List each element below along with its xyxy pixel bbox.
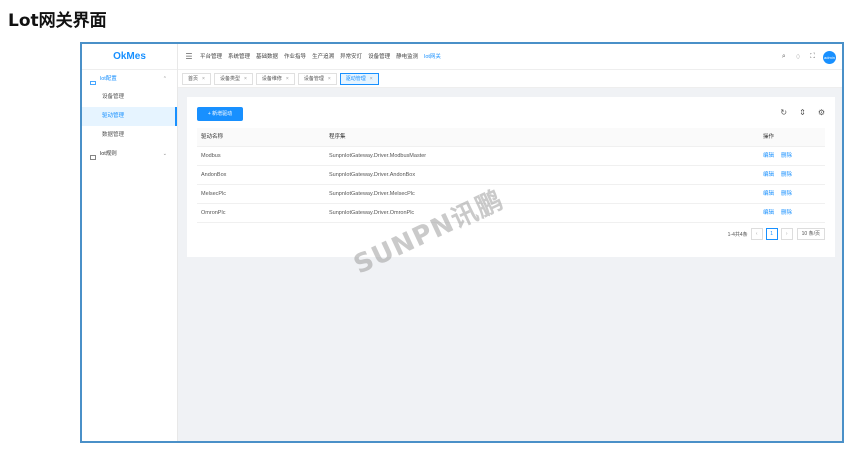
nav-basic-data[interactable]: 基础数据 bbox=[256, 44, 278, 70]
sidebar-group-label: lot规则 bbox=[100, 151, 117, 157]
nav-system[interactable]: 系统管理 bbox=[228, 44, 250, 70]
chevron-up-icon: ⌃ bbox=[162, 76, 167, 82]
cell-assembly: SunpnIotGateway.Driver.ModbusMaster bbox=[329, 153, 427, 159]
cell-actions: 编辑 删除 bbox=[763, 204, 825, 222]
app-window: OkMes lot配置 ⌃ 设备管理 驱动管理 数据管理 lot规则 ⌄ ☰ 平… bbox=[80, 42, 844, 443]
pagination: 1-4共4条 ‹ 1 › 10 条/页 bbox=[728, 228, 825, 240]
driver-table: 驱动名称 程序集 操作 Modbus SunpnIotGateway.Drive… bbox=[197, 128, 825, 223]
delete-link[interactable]: 删除 bbox=[781, 191, 792, 197]
nav-work-guide[interactable]: 作业指导 bbox=[284, 44, 306, 70]
top-navbar: ☰ 平台管理 系统管理 基础数据 作业指导 生产追溯 异常安灯 设备管理 静电监… bbox=[178, 44, 842, 70]
header-actions: 操作 bbox=[763, 134, 775, 140]
tab-label: 驱动管理 bbox=[345, 75, 366, 82]
page-heading: Lot网关界面 bbox=[8, 11, 107, 31]
cell-assembly: SunpnIotGateway.Driver.MelsecPlc bbox=[329, 191, 415, 197]
table-row: AndonBox SunpnIotGateway.Driver.AndonBox… bbox=[197, 166, 825, 185]
close-icon[interactable]: × bbox=[370, 76, 373, 82]
tab-label: 设备维修 bbox=[261, 75, 282, 82]
cell-driver-name: OmronPlc bbox=[201, 210, 226, 216]
tabs-bar: 首页 × 设备类型 × 设备维修 × 设备管理 × 驱动管理 × bbox=[178, 70, 842, 88]
pagination-summary: 1-4共4条 bbox=[727, 231, 748, 238]
settings-icon[interactable]: ⚙ bbox=[818, 108, 825, 117]
edit-link[interactable]: 编辑 bbox=[763, 191, 774, 197]
table-header: 驱动名称 程序集 操作 bbox=[197, 128, 825, 147]
sidebar: OkMes lot配置 ⌃ 设备管理 驱动管理 数据管理 lot规则 ⌄ bbox=[82, 44, 178, 441]
tab-device-type[interactable]: 设备类型 × bbox=[213, 72, 253, 85]
cell-driver-name: MelsecPlc bbox=[201, 191, 227, 197]
tab-label: 首页 bbox=[188, 75, 199, 82]
chevron-down-icon: ⌄ bbox=[162, 151, 167, 157]
sidebar-group-lot-rules[interactable]: lot规则 ⌄ bbox=[82, 145, 177, 163]
nav-platform[interactable]: 平台管理 bbox=[200, 44, 222, 70]
nav-andon[interactable]: 异常安灯 bbox=[340, 44, 362, 70]
refresh-icon[interactable]: ↻ bbox=[780, 108, 787, 117]
sidebar-item-driver-management[interactable]: 驱动管理 bbox=[82, 107, 177, 126]
edit-link[interactable]: 编辑 bbox=[763, 153, 774, 159]
header-driver-name: 驱动名称 bbox=[201, 134, 224, 140]
avatar[interactable]: admin bbox=[823, 50, 836, 64]
table-row: MelsecPlc SunpnIotGateway.Driver.MelsecP… bbox=[197, 185, 825, 204]
top-right-tools: ⌕ ♢ ⛶ admin bbox=[773, 44, 836, 70]
tab-device-management[interactable]: 设备管理 × bbox=[297, 72, 337, 85]
delete-link[interactable]: 删除 bbox=[781, 210, 792, 216]
cell-actions: 编辑 删除 bbox=[763, 166, 825, 184]
nav-equipment[interactable]: 设备管理 bbox=[368, 44, 390, 70]
close-icon[interactable]: × bbox=[328, 76, 331, 82]
nav-lot-gateway[interactable]: lot网关 bbox=[424, 44, 441, 70]
table-tools: ↻ ⇕ ⚙ bbox=[768, 108, 825, 117]
close-icon[interactable]: × bbox=[244, 76, 247, 82]
cell-assembly: SunpnIotGateway.Driver.OmronPlc bbox=[329, 210, 415, 216]
app-logo: OkMes bbox=[82, 44, 177, 70]
fullscreen-icon[interactable]: ⛶ bbox=[810, 53, 815, 61]
close-icon[interactable]: × bbox=[202, 76, 205, 82]
content-panel: + 新增驱动 ↻ ⇕ ⚙ 驱动名称 程序集 操作 Modbus SunpnIot… bbox=[187, 97, 835, 257]
cell-actions: 编辑 删除 bbox=[763, 185, 825, 203]
table-row: Modbus SunpnIotGateway.Driver.ModbusMast… bbox=[197, 147, 825, 166]
tab-label: 设备类型 bbox=[219, 75, 240, 82]
page-size-select[interactable]: 10 条/页 bbox=[796, 228, 825, 240]
cell-driver-name: AndonBox bbox=[201, 172, 227, 178]
tab-device-repair[interactable]: 设备维修 × bbox=[255, 72, 295, 85]
cell-assembly: SunpnIotGateway.Driver.AndonBox bbox=[329, 172, 416, 178]
column-height-icon[interactable]: ⇕ bbox=[799, 108, 806, 117]
tab-label: 设备管理 bbox=[303, 75, 324, 82]
sidebar-item-device-management[interactable]: 设备管理 bbox=[82, 88, 177, 107]
delete-link[interactable]: 删除 bbox=[781, 172, 792, 178]
menu-fold-icon[interactable]: ☰ bbox=[178, 52, 200, 61]
sidebar-item-data-management[interactable]: 数据管理 bbox=[82, 126, 177, 145]
header-assembly: 程序集 bbox=[329, 134, 346, 140]
next-page-button[interactable]: › bbox=[780, 228, 793, 240]
cell-actions: 编辑 删除 bbox=[763, 147, 825, 165]
prev-page-button[interactable]: ‹ bbox=[750, 228, 763, 240]
nav-traceability[interactable]: 生产追溯 bbox=[312, 44, 334, 70]
tab-driver-management[interactable]: 驱动管理 × bbox=[339, 72, 379, 85]
add-driver-button[interactable]: + 新增驱动 bbox=[197, 107, 243, 121]
tab-home[interactable]: 首页 × bbox=[182, 72, 211, 85]
config-icon bbox=[90, 76, 96, 85]
search-icon[interactable]: ⌕ bbox=[782, 53, 786, 61]
edit-link[interactable]: 编辑 bbox=[763, 172, 774, 178]
page-number-button[interactable]: 1 bbox=[765, 228, 778, 240]
sidebar-group-lot-config[interactable]: lot配置 ⌃ bbox=[82, 70, 177, 88]
cell-driver-name: Modbus bbox=[201, 153, 221, 159]
sidebar-group-label: lot配置 bbox=[100, 76, 117, 82]
rules-icon bbox=[90, 151, 96, 160]
bell-icon[interactable]: ♢ bbox=[795, 53, 801, 61]
table-row: OmronPlc SunpnIotGateway.Driver.OmronPlc… bbox=[197, 204, 825, 223]
close-icon[interactable]: × bbox=[286, 76, 289, 82]
nav-esd-monitor[interactable]: 静电监测 bbox=[396, 44, 418, 70]
edit-link[interactable]: 编辑 bbox=[763, 210, 774, 216]
delete-link[interactable]: 删除 bbox=[781, 153, 792, 159]
